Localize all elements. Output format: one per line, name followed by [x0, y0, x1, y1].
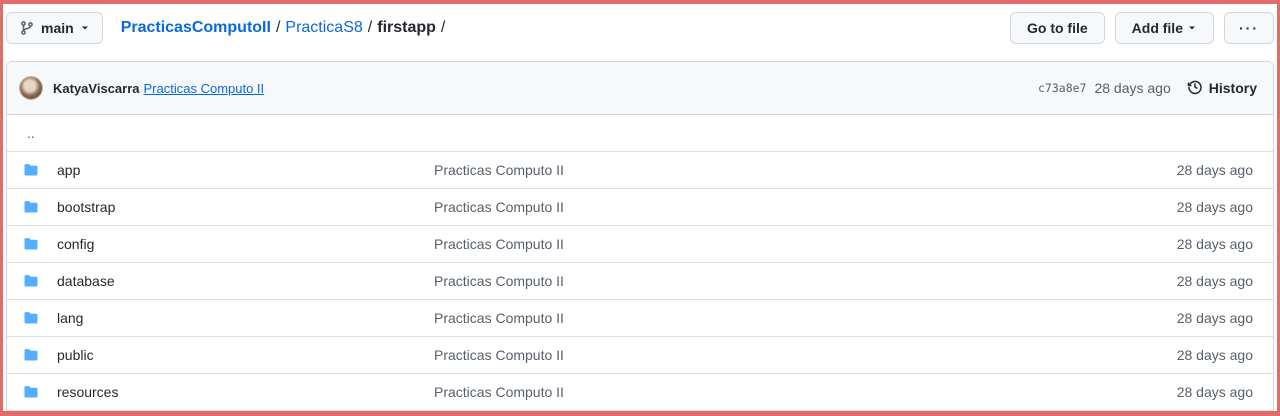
file-commit-age: 28 days ago [1176, 384, 1253, 400]
history-label: History [1208, 80, 1257, 96]
commit-meta: c73a8e7 28 days ago History [1038, 79, 1257, 98]
breadcrumb-separator: / [440, 19, 446, 36]
file-name-link[interactable]: app [57, 162, 434, 178]
folder-icon [23, 384, 39, 400]
file-commit-age: 28 days ago [1176, 236, 1253, 252]
file-row[interactable]: config Practicas Computo II 28 days ago [7, 226, 1273, 263]
file-commit-message-link[interactable]: Practicas Computo II [434, 384, 564, 400]
file-commit-message-link[interactable]: Practicas Computo II [434, 310, 564, 326]
branch-select-button[interactable]: main [6, 12, 103, 44]
kebab-horizontal-icon: ··· [1239, 20, 1259, 36]
file-name-link[interactable]: config [57, 236, 434, 252]
file-row[interactable]: app Practicas Computo II 28 days ago [7, 152, 1273, 189]
breadcrumb-separator: / [275, 19, 281, 36]
go-to-file-button[interactable]: Go to file [1009, 12, 1105, 44]
file-row[interactable]: database Practicas Computo II 28 days ago [7, 263, 1273, 300]
file-commit-message-link[interactable]: Practicas Computo II [434, 199, 564, 215]
branch-name: main [41, 20, 74, 36]
file-commit-message-link[interactable]: Practicas Computo II [434, 162, 564, 178]
file-commit-message-link[interactable]: Practicas Computo II [434, 273, 564, 289]
folder-icon [23, 273, 39, 289]
history-link[interactable]: History [1187, 79, 1257, 98]
breadcrumb-separator: / [367, 19, 373, 36]
file-commit-age: 28 days ago [1176, 347, 1253, 363]
commit-age: 28 days ago [1094, 80, 1171, 96]
file-commit-age: 28 days ago [1176, 310, 1253, 326]
file-row[interactable]: public Practicas Computo II 28 days ago [7, 337, 1273, 374]
file-name-link[interactable]: resources [57, 384, 434, 400]
folder-icon [23, 347, 39, 363]
file-row[interactable]: bootstrap Practicas Computo II 28 days ago [7, 189, 1273, 226]
breadcrumb-folder-link[interactable]: PracticaS8 [285, 19, 362, 37]
commit-author[interactable]: KatyaViscarra [53, 81, 140, 96]
file-name-link[interactable]: bootstrap [57, 199, 434, 215]
git-branch-icon [19, 20, 35, 36]
chevron-down-icon [80, 23, 90, 33]
file-row[interactable]: lang Practicas Computo II 28 days ago [7, 300, 1273, 337]
breadcrumb: PracticasComputoII / PracticaS8 / firsta… [121, 19, 451, 37]
file-commit-age: 28 days ago [1176, 273, 1253, 289]
breadcrumb-current: firstapp [377, 19, 436, 36]
file-rows: app Practicas Computo II 28 days ago bootst… [7, 152, 1273, 411]
add-file-button[interactable]: Add file [1114, 12, 1214, 44]
latest-commit-row: KatyaViscarra Practicas Computo II c73a8… [7, 62, 1273, 115]
file-row[interactable]: resources Practicas Computo II 28 days ago [7, 374, 1273, 411]
file-name-link[interactable]: public [57, 347, 434, 363]
window-frame-bottom [0, 411, 1280, 416]
parent-directory-row[interactable]: .. [7, 115, 1273, 152]
more-options-button[interactable]: ··· [1224, 12, 1274, 44]
folder-icon [23, 236, 39, 252]
go-to-file-label: Go to file [1026, 20, 1088, 36]
file-list-box: KatyaViscarra Practicas Computo II c73a8… [6, 61, 1274, 416]
file-commit-message-link[interactable]: Practicas Computo II [434, 236, 564, 252]
parent-directory-link[interactable]: .. [27, 125, 35, 141]
top-actions: Go to file Add file ··· [1009, 12, 1274, 44]
file-name-link[interactable]: lang [57, 310, 434, 326]
commit-sha[interactable]: c73a8e7 [1038, 81, 1086, 95]
add-file-label: Add file [1131, 20, 1183, 36]
file-navigation-bar: main PracticasComputoII / PracticaS8 / f… [6, 12, 1274, 44]
file-commit-age: 28 days ago [1176, 162, 1253, 178]
file-commit-message-link[interactable]: Practicas Computo II [434, 347, 564, 363]
commit-message-link[interactable]: Practicas Computo II [144, 81, 265, 96]
breadcrumb-repo-link[interactable]: PracticasComputoII [121, 19, 271, 37]
folder-icon [23, 162, 39, 178]
window-frame-top [0, 0, 1280, 4]
folder-icon [23, 310, 39, 326]
folder-icon [23, 199, 39, 215]
file-name-link[interactable]: database [57, 273, 434, 289]
window-frame-left [0, 0, 3, 416]
history-icon [1187, 79, 1203, 98]
avatar[interactable] [19, 76, 43, 100]
file-commit-age: 28 days ago [1176, 199, 1253, 215]
chevron-down-icon [1187, 20, 1197, 36]
